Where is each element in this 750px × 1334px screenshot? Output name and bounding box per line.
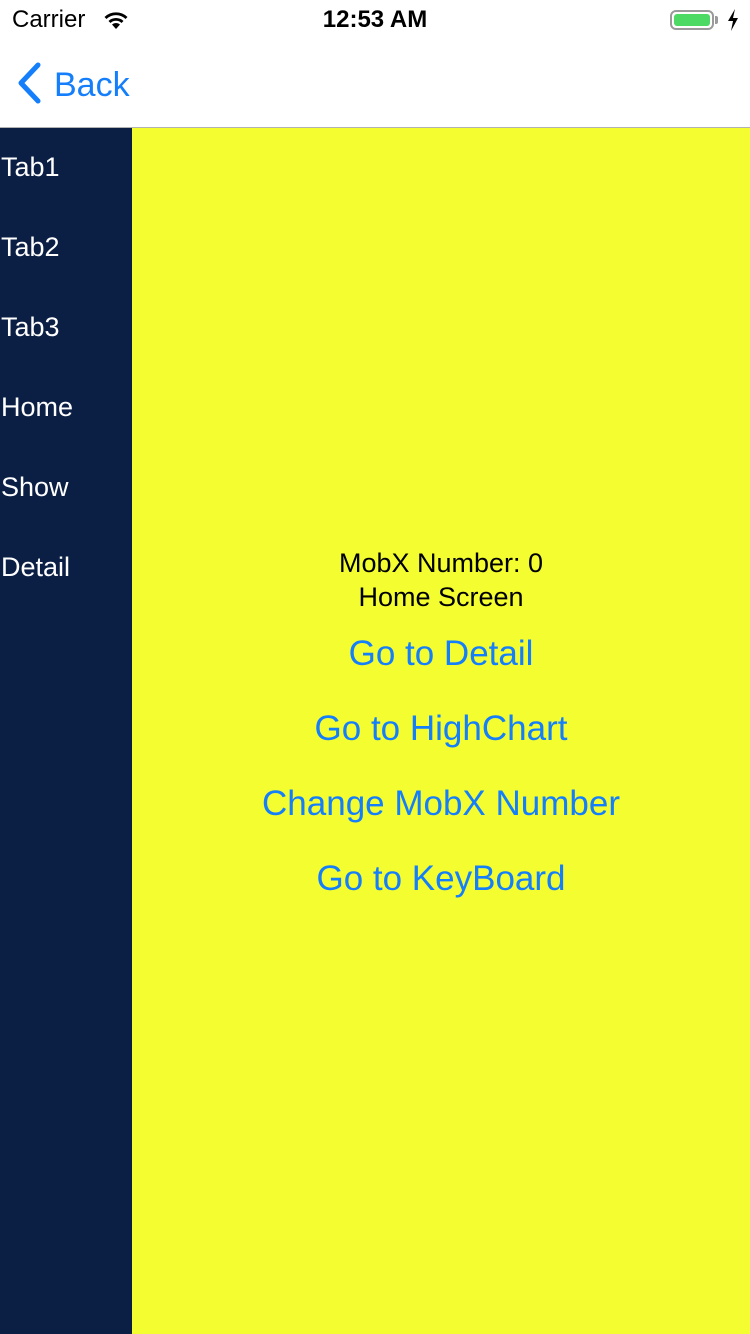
sidebar-item-home[interactable]: Home xyxy=(1,392,73,423)
main-content: MobX Number: 0 Home Screen Go to Detail … xyxy=(132,128,750,1334)
chevron-left-icon xyxy=(16,62,42,109)
go-to-keyboard-button[interactable]: Go to KeyBoard xyxy=(132,859,750,899)
go-to-highchart-button[interactable]: Go to HighChart xyxy=(132,709,750,749)
back-label: Back xyxy=(54,66,130,104)
clock: 12:53 AM xyxy=(322,6,428,33)
sidebar-item-tab3[interactable]: Tab3 xyxy=(1,312,60,343)
navigation-bar: Back xyxy=(0,40,750,128)
battery-icon xyxy=(670,10,714,30)
battery-nub xyxy=(715,16,718,24)
sidebar-item-tab2[interactable]: Tab2 xyxy=(1,232,60,263)
sidebar: Tab1 Tab2 Tab3 Home Show Detail xyxy=(0,128,132,1334)
status-bar: Carrier 12:53 AM xyxy=(0,0,750,40)
charging-bolt-icon xyxy=(727,9,739,36)
change-mobx-number-button[interactable]: Change MobX Number xyxy=(132,784,750,824)
sidebar-item-tab1[interactable]: Tab1 xyxy=(1,152,60,183)
screen-title: Home Screen xyxy=(358,582,524,612)
sidebar-item-show[interactable]: Show xyxy=(1,472,69,503)
back-button[interactable]: Back xyxy=(16,62,130,109)
mobx-number-text: MobX Number: 0 xyxy=(338,548,544,578)
go-to-detail-button[interactable]: Go to Detail xyxy=(132,634,750,674)
sidebar-item-detail[interactable]: Detail xyxy=(1,552,70,583)
